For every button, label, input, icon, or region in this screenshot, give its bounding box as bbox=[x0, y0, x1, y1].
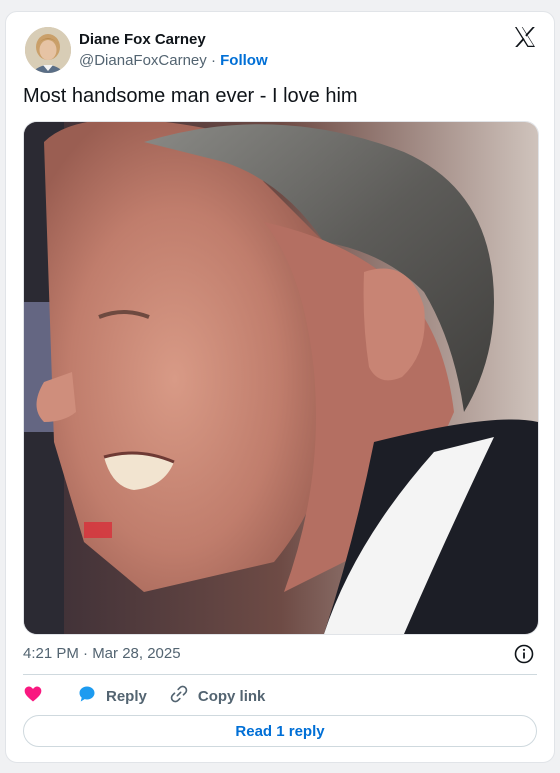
tweet-timestamp[interactable]: 4:21 PM · Mar 28, 2025 bbox=[23, 645, 181, 662]
divider bbox=[23, 674, 537, 675]
separator-dot: · bbox=[210, 52, 221, 69]
author-handle-row: @DianaFoxCarney · Follow bbox=[79, 52, 268, 69]
info-icon[interactable] bbox=[513, 643, 535, 665]
author-avatar[interactable] bbox=[25, 27, 71, 73]
reply-button[interactable]: Reply bbox=[77, 684, 147, 709]
read-replies-button[interactable]: Read 1 reply bbox=[23, 715, 537, 747]
follow-link[interactable]: Follow bbox=[220, 52, 268, 69]
heart-icon bbox=[23, 684, 43, 709]
link-icon bbox=[169, 684, 189, 709]
copy-link-label: Copy link bbox=[197, 687, 266, 705]
x-logo-icon[interactable] bbox=[513, 25, 537, 49]
speech-bubble-icon bbox=[77, 684, 97, 709]
reply-label: Reply bbox=[106, 687, 147, 705]
author-name[interactable]: Diane Fox Carney bbox=[79, 31, 206, 48]
like-button[interactable] bbox=[23, 685, 45, 707]
tweet-text: Most handsome man ever - I love him bbox=[23, 85, 358, 107]
copy-link-button[interactable]: Copy link bbox=[169, 684, 266, 709]
action-bar: Reply Copy link bbox=[23, 684, 265, 708]
author-handle[interactable]: @DianaFoxCarney bbox=[79, 52, 207, 69]
tweet-photo[interactable] bbox=[23, 121, 539, 635]
tweet-embed-card: Diane Fox Carney @DianaFoxCarney · Follo… bbox=[5, 11, 555, 763]
